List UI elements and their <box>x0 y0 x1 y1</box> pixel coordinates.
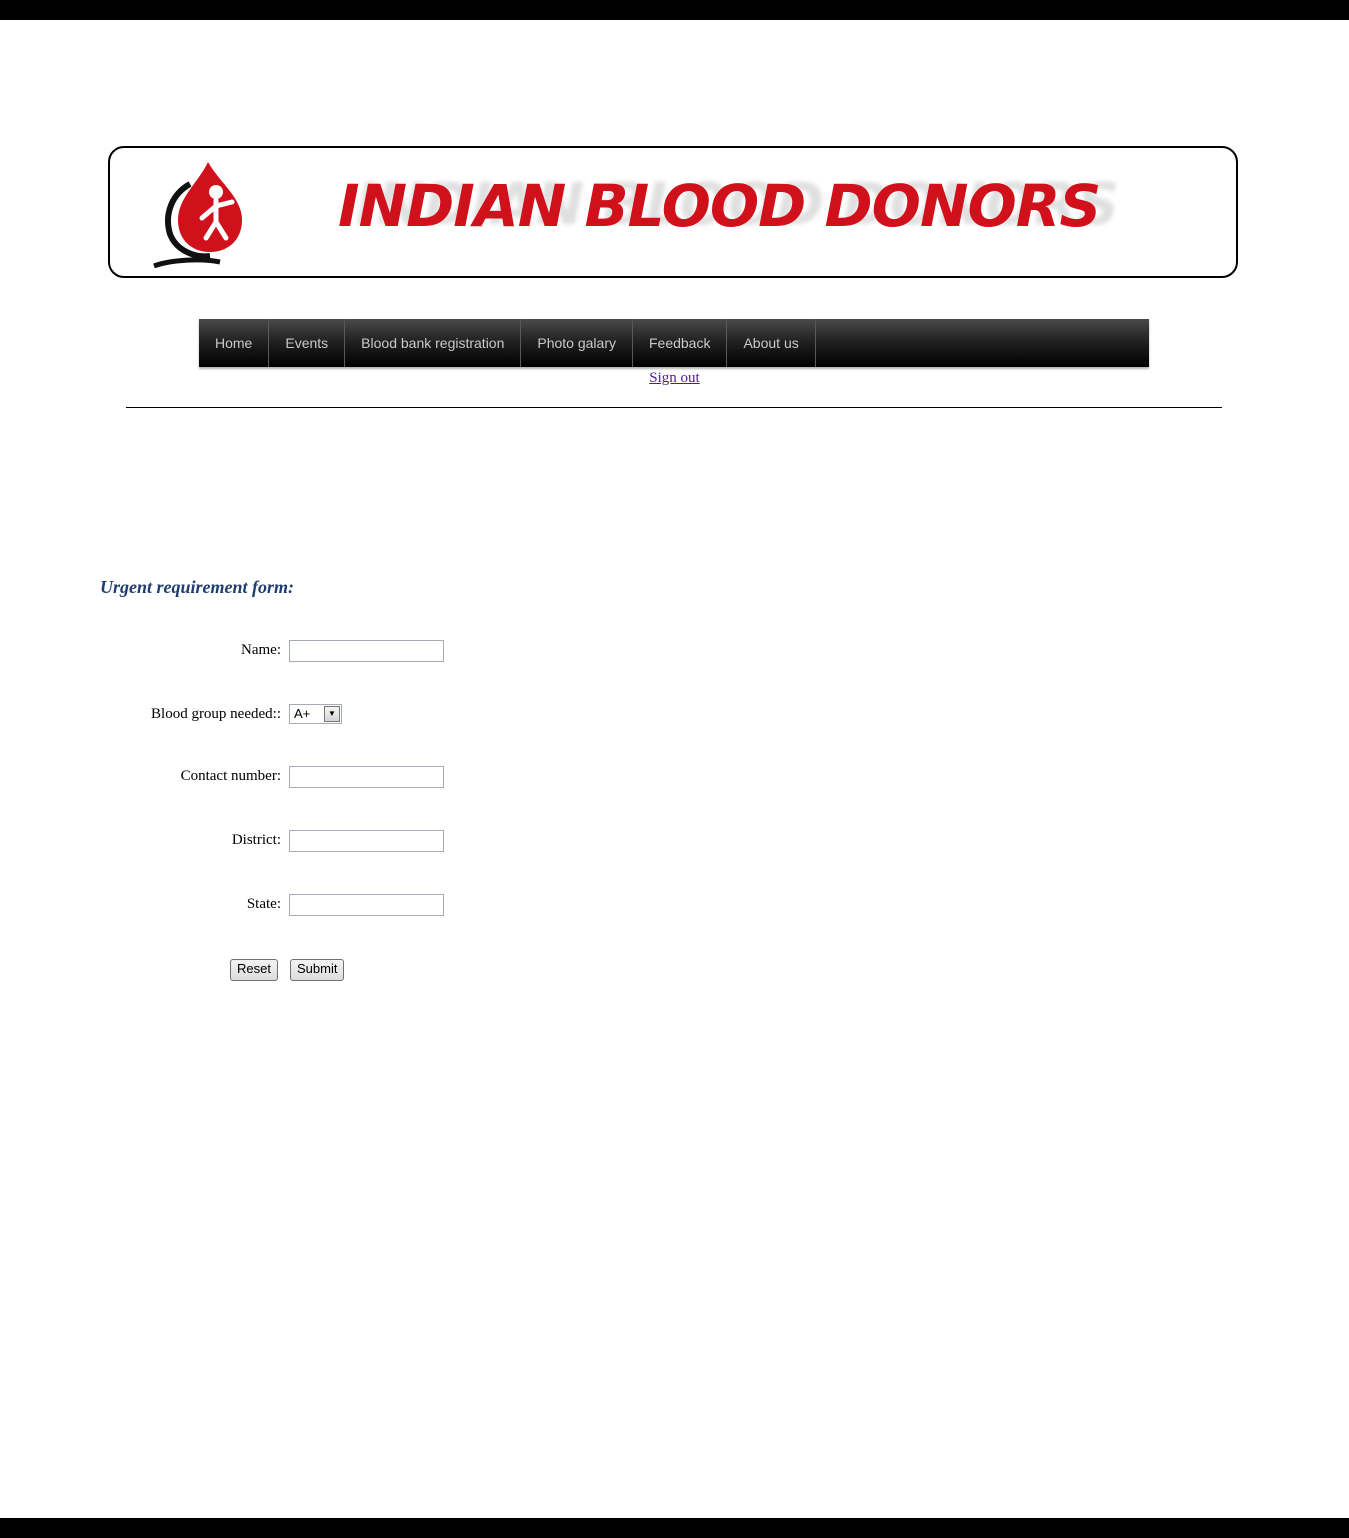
contact-number-label: Contact number: <box>180 768 281 784</box>
nav-item-events[interactable]: Events <box>269 319 346 367</box>
nav-item-about-us[interactable]: About us <box>727 319 816 367</box>
name-field[interactable] <box>289 640 444 662</box>
banner-title: INDIAN BLOOD DONORS <box>338 172 1101 240</box>
nav-item-photo-galary[interactable]: Photo galary <box>521 319 633 367</box>
horizontal-divider <box>126 407 1222 408</box>
main-navigation: Home Events Blood bank registration Phot… <box>199 319 1149 367</box>
blood-group-select[interactable]: A+ ▼ <box>289 704 342 724</box>
contact-number-field[interactable] <box>289 766 444 788</box>
top-black-bar <box>0 0 1349 20</box>
nav-item-blood-bank-registration[interactable]: Blood bank registration <box>345 319 522 367</box>
sign-out-link[interactable]: Sign out <box>649 370 699 386</box>
chevron-down-icon[interactable]: ▼ <box>324 706 340 722</box>
blood-group-label: Blood group needed:: <box>151 706 281 722</box>
nav-item-home[interactable]: Home <box>199 319 270 367</box>
sign-out-container: Sign out <box>0 370 1349 387</box>
state-field[interactable] <box>289 894 444 916</box>
district-label: District: <box>231 832 281 848</box>
bottom-black-bar <box>0 1518 1349 1538</box>
nav-item-feedback[interactable]: Feedback <box>633 319 728 367</box>
blood-drop-person-logo-icon <box>153 162 242 268</box>
name-label: Name: <box>241 642 281 658</box>
blood-group-selected-value: A+ <box>294 706 311 721</box>
reset-button[interactable]: Reset <box>230 959 278 981</box>
site-banner: INDIAN BLOOD DONORS INDIAN BLOOD DONORS <box>108 146 1238 278</box>
form-title: Urgent requirement form: <box>100 577 295 597</box>
submit-button[interactable]: Submit <box>290 959 345 981</box>
district-field[interactable] <box>289 830 444 852</box>
state-label: State: <box>246 896 281 912</box>
